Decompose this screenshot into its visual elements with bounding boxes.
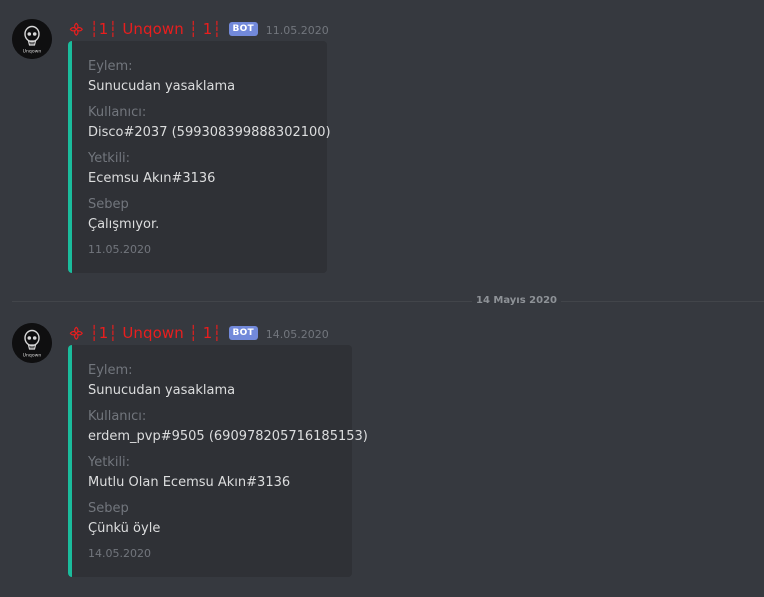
avatar[interactable]: Unqown <box>12 323 52 363</box>
field-name: Eylem: <box>88 59 133 74</box>
field-value: Sunucudan yasaklama <box>88 383 236 398</box>
message-header: ᯽ ┆1┆ Unqown ┆ 1┆ BOT 14.05.2020 <box>68 322 329 344</box>
field-value: erdem_pvp#9505 (690978205716185153) <box>88 429 368 444</box>
field-value: Ecemsu Akın#3136 <box>88 171 216 186</box>
embed-footer: 11.05.2020 <box>88 243 151 256</box>
timestamp[interactable]: 11.05.2020 <box>266 22 329 37</box>
date-divider-label: 14 Mayıs 2020 <box>472 294 562 308</box>
field-name: Sebep <box>88 501 129 516</box>
message-header: ᯽ ┆1┆ Unqown ┆ 1┆ BOT 11.05.2020 <box>68 18 329 40</box>
username[interactable]: ᯽ ┆1┆ Unqown ┆ 1┆ <box>68 323 222 343</box>
embed: Eylem: Sunucudan yasaklama Kullanıcı: Di… <box>68 41 331 273</box>
avatar[interactable]: Unqown <box>12 19 52 59</box>
field-value: Sunucudan yasaklama <box>88 79 236 94</box>
field-name: Sebep <box>88 197 129 212</box>
embed-field: Sebep Çünkü öyle <box>88 501 160 537</box>
embed-footer: 14.05.2020 <box>88 547 151 560</box>
username[interactable]: ᯽ ┆1┆ Unqown ┆ 1┆ <box>68 19 222 39</box>
date-divider-line <box>12 301 764 302</box>
field-value: Mutlu Olan Ecemsu Akın#3136 <box>88 475 291 490</box>
field-value: Disco#2037 (599308399888302100) <box>88 125 331 140</box>
skull-logo-icon: Unqown <box>12 19 52 59</box>
embed-field: Eylem: Sunucudan yasaklama <box>88 59 235 95</box>
field-name: Eylem: <box>88 363 133 378</box>
username-text: ᯽ ┆1┆ Unqown ┆ 1┆ <box>68 20 222 38</box>
embed-field: Sebep Çalışmıyor. <box>88 197 159 233</box>
field-name: Kullanıcı: <box>88 105 147 120</box>
embed-field: Eylem: Sunucudan yasaklama <box>88 363 235 399</box>
field-value: Çalışmıyor. <box>88 217 160 232</box>
avatar-text: Unqown <box>23 49 42 55</box>
embed-field: Yetkili: Ecemsu Akın#3136 <box>88 151 215 187</box>
username-text: ᯽ ┆1┆ Unqown ┆ 1┆ <box>68 324 222 342</box>
field-value: Çünkü öyle <box>88 521 161 536</box>
field-name: Yetkili: <box>88 151 131 166</box>
bot-tag: BOT <box>228 22 258 36</box>
bot-tag: BOT <box>228 326 258 340</box>
field-name: Kullanıcı: <box>88 409 147 424</box>
skull-logo-icon: Unqown <box>12 323 52 363</box>
avatar-text: Unqown <box>23 353 42 359</box>
field-name: Yetkili: <box>88 455 131 470</box>
embed-field: Yetkili: Mutlu Olan Ecemsu Akın#3136 <box>88 455 290 491</box>
embed-field: Kullanıcı: erdem_pvp#9505 (6909782057161… <box>88 409 368 445</box>
timestamp[interactable]: 14.05.2020 <box>266 326 329 341</box>
embed-field: Kullanıcı: Disco#2037 (59930839988830210… <box>88 105 331 141</box>
embed: Eylem: Sunucudan yasaklama Kullanıcı: er… <box>68 345 368 577</box>
